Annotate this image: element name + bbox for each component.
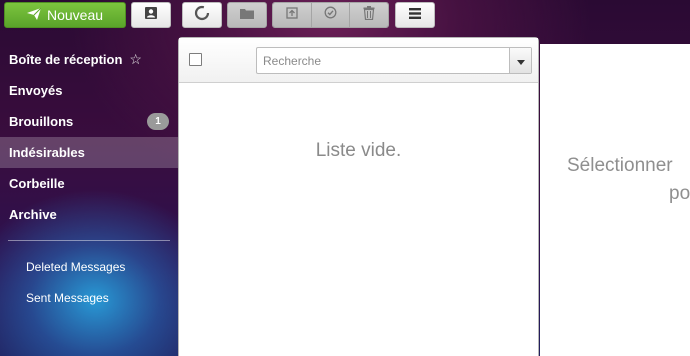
folder-drafts[interactable]: Brouillons 1 [0,106,178,137]
folder-label: Corbeille [9,176,65,191]
empty-list-message: Liste vide. [315,140,402,161]
message-list-header [179,38,538,83]
folder-spam[interactable]: Indésirables [0,137,178,168]
folder-icon [240,6,254,24]
folder-label: Indésirables [9,145,85,160]
folder-label: Boîte de réception [9,52,123,67]
archive-button[interactable] [273,3,312,27]
search-box [256,47,532,74]
mark-read-button[interactable] [311,3,351,27]
folder-label: Deleted Messages [26,259,126,274]
folder-trash[interactable]: Corbeille [0,168,178,199]
send-icon [26,7,42,23]
folder-label: Brouillons [9,114,74,129]
star-icon[interactable]: ☆ [129,51,142,68]
folder-sidebar: Boîte de réception ☆ Envoyés Brouillons … [0,44,178,313]
check-icon [324,6,337,24]
select-all-checkbox[interactable] [189,53,202,66]
refresh-button[interactable] [182,2,222,28]
refresh-icon [194,5,210,26]
preview-placeholder-line1: Sélectionner [567,155,673,176]
message-preview-panel: Sélectionner po [540,44,690,356]
folder-archive[interactable]: Archive [0,199,178,230]
folder-inbox[interactable]: Boîte de réception ☆ [0,44,178,75]
top-toolbar: Nouveau [0,0,690,34]
unread-count-badge: 1 [147,113,169,130]
search-options-button[interactable] [509,48,531,73]
message-list-panel: Liste vide. [178,37,539,356]
preview-placeholder-line2: po [669,183,690,204]
caret-down-icon [516,52,525,70]
search-input[interactable] [257,48,509,73]
trash-icon [363,5,375,25]
folder-label: Envoyés [9,83,63,98]
folder-sent[interactable]: Envoyés [0,75,178,106]
folder-label: Archive [9,207,57,222]
new-message-label: Nouveau [46,7,104,23]
sidebar-divider [8,240,170,241]
contacts-button[interactable] [131,2,171,28]
folder-sent-messages[interactable]: Sent Messages [0,282,178,313]
archive-icon [286,6,298,24]
folder-label: Sent Messages [26,290,109,305]
move-to-folder-button[interactable] [227,2,267,28]
menu-icon [409,6,421,24]
message-actions-group [272,2,389,28]
more-menu-button[interactable] [395,2,435,28]
contacts-icon [144,6,158,25]
new-message-button[interactable]: Nouveau [4,2,126,28]
folder-deleted-messages[interactable]: Deleted Messages [0,251,178,282]
delete-button[interactable] [350,3,388,27]
